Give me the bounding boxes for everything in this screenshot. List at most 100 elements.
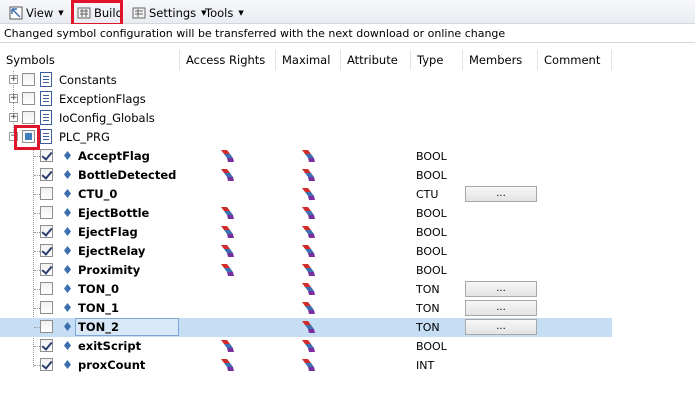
variable-name: proxCount: [78, 358, 146, 372]
variable-type: TON: [416, 321, 440, 334]
view-icon: [9, 6, 23, 19]
settings-menu-button[interactable]: Settings ▼: [129, 3, 210, 22]
group-checkbox[interactable]: [22, 92, 35, 105]
maximal-access-icon: [302, 283, 315, 295]
variable-name: AcceptFlag: [78, 149, 150, 163]
expand-plus-icon[interactable]: +: [9, 75, 18, 84]
variable-type: TON: [416, 283, 440, 296]
variable-row[interactable]: EjectRelay BOOL: [0, 242, 612, 261]
members-button[interactable]: ...: [465, 300, 537, 316]
variable-name: Proximity: [78, 263, 141, 277]
members-button[interactable]: ...: [465, 186, 537, 202]
access-rights-read-write-icon[interactable]: [221, 264, 234, 276]
variable-row[interactable]: Proximity BOOL: [0, 261, 612, 280]
group-label: PLC_PRG: [59, 130, 110, 144]
variable-checkbox[interactable]: [40, 168, 53, 181]
variable-checkbox[interactable]: [40, 358, 53, 371]
variable-checkbox[interactable]: [40, 339, 53, 352]
document-icon: [40, 129, 52, 144]
variable-checkbox[interactable]: [40, 301, 53, 314]
maximal-access-icon: [302, 150, 315, 162]
tree-row-group[interactable]: + Constants: [0, 71, 612, 90]
variable-type: BOOL: [416, 207, 447, 220]
column-header-maximal[interactable]: Maximal: [276, 50, 341, 70]
variable-type: INT: [416, 359, 435, 372]
tools-menu-label: Tools: [205, 5, 234, 20]
access-rights-read-write-icon[interactable]: [221, 359, 234, 371]
variable-row[interactable]: BottleDetected BOOL: [0, 166, 612, 185]
variable-row[interactable]: AcceptFlag BOOL: [0, 147, 612, 166]
variable-type: BOOL: [416, 264, 447, 277]
access-rights-read-write-icon[interactable]: [221, 340, 234, 352]
access-rights-read-write-icon[interactable]: [221, 169, 234, 181]
variable-checkbox[interactable]: [40, 225, 53, 238]
expand-plus-icon[interactable]: +: [9, 113, 18, 122]
tree-row-group[interactable]: − PLC_PRG: [0, 128, 612, 147]
variable-type: BOOL: [416, 150, 447, 163]
column-header-comment[interactable]: Comment: [538, 50, 612, 70]
column-header-access-rights[interactable]: Access Rights: [180, 50, 276, 70]
members-button[interactable]: ...: [465, 281, 537, 297]
group-label: IoConfig_Globals: [59, 111, 155, 125]
variable-type: TON: [416, 302, 440, 315]
variable-row[interactable]: EjectBottle BOOL: [0, 204, 612, 223]
variable-checkbox[interactable]: [40, 206, 53, 219]
variable-icon: [64, 189, 71, 198]
variable-name: TON_0: [78, 282, 119, 296]
members-button[interactable]: ...: [465, 319, 537, 335]
variable-type: BOOL: [416, 245, 447, 258]
tools-menu-button[interactable]: Tools ▼: [202, 3, 247, 22]
variable-row[interactable]: TON_1 TON...: [0, 299, 612, 318]
variable-row[interactable]: EjectFlag BOOL: [0, 223, 612, 242]
variable-icon: [64, 208, 71, 217]
column-header-symbols[interactable]: Symbols: [0, 50, 180, 70]
group-checkbox[interactable]: [22, 73, 35, 86]
variable-icon: [64, 341, 71, 350]
access-rights-read-write-icon[interactable]: [221, 150, 234, 162]
view-menu-label: View: [26, 5, 54, 20]
variable-checkbox[interactable]: [40, 149, 53, 162]
expand-plus-icon[interactable]: +: [9, 94, 18, 103]
variable-row[interactable]: TON_2 TON...: [0, 318, 612, 337]
variable-checkbox[interactable]: [40, 282, 53, 295]
column-header-members[interactable]: Members: [463, 50, 538, 70]
group-checkbox[interactable]: [22, 111, 35, 124]
tree-row-group[interactable]: + ExceptionFlags: [0, 90, 612, 109]
variable-icon: [64, 303, 71, 312]
view-menu-button[interactable]: View ▼: [6, 3, 67, 22]
variable-row[interactable]: proxCount INT: [0, 356, 612, 375]
maximal-access-icon: [302, 245, 315, 257]
maximal-access-icon: [302, 188, 315, 200]
variable-checkbox[interactable]: [40, 244, 53, 257]
column-header-attribute[interactable]: Attribute: [341, 50, 411, 70]
access-rights-read-write-icon[interactable]: [221, 226, 234, 238]
column-header-type[interactable]: Type: [411, 50, 463, 70]
maximal-access-icon: [302, 302, 315, 314]
settings-menu-label: Settings: [149, 5, 197, 20]
access-rights-read-write-icon[interactable]: [221, 245, 234, 257]
variable-row[interactable]: CTU_0 CTU...: [0, 185, 612, 204]
maximal-access-icon: [302, 264, 315, 276]
chevron-down-icon: ▼: [58, 8, 64, 17]
variable-row[interactable]: TON_0 TON...: [0, 280, 612, 299]
variable-checkbox[interactable]: [40, 263, 53, 276]
variable-name: EjectFlag: [78, 225, 138, 239]
variable-name: exitScript: [78, 339, 142, 353]
variable-checkbox[interactable]: [40, 320, 53, 333]
maximal-access-icon: [302, 340, 315, 352]
variable-row[interactable]: exitScript BOOL: [0, 337, 612, 356]
variable-type: BOOL: [416, 226, 447, 239]
variable-name: EjectBottle: [78, 206, 150, 220]
document-icon: [40, 72, 52, 87]
maximal-access-icon: [302, 207, 315, 219]
column-header-row: Symbols Access Rights Maximal Attribute …: [0, 50, 695, 70]
variable-name: EjectRelay: [78, 244, 146, 258]
tree-row-group[interactable]: + IoConfig_Globals: [0, 109, 612, 128]
variable-name: TON_2: [75, 318, 179, 336]
variable-icon: [64, 227, 71, 236]
variable-checkbox[interactable]: [40, 187, 53, 200]
variable-name: BottleDetected: [78, 168, 177, 182]
variable-icon: [64, 322, 71, 331]
variable-icon: [64, 151, 71, 160]
access-rights-read-write-icon[interactable]: [221, 207, 234, 219]
